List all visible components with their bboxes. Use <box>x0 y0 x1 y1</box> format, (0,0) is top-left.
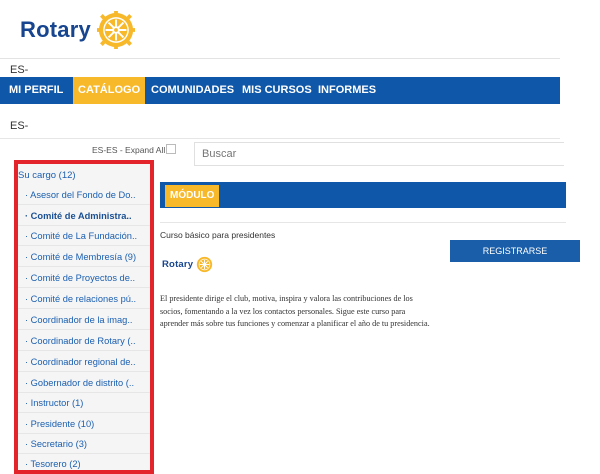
course-title[interactable]: Curso básico para presidentes <box>160 230 275 240</box>
sidebar-item-presidente[interactable]: · Presidente (10) <box>18 414 150 434</box>
sidebar-item-coordinador-imagen[interactable]: · Coordinador de la imag.. <box>18 310 150 330</box>
sidebar-item-secretario[interactable]: · Secretario (3) <box>18 434 150 454</box>
sidebar-item-tesorero[interactable]: · Tesorero (2) <box>18 454 150 474</box>
expand-all-checkbox[interactable] <box>166 144 176 154</box>
rotary-wheel-icon <box>197 256 213 273</box>
sidebar-item-coordinador-rotary[interactable]: · Coordinador de Rotary (.. <box>18 331 150 351</box>
sidebar-item-comite-relaciones[interactable]: · Comité de relaciones pú.. <box>18 289 150 309</box>
sidebar-item-instructor[interactable]: · Instructor (1) <box>18 393 150 413</box>
nav-catalogo[interactable]: CATÁLOGO <box>73 77 146 104</box>
sidebar-item-asesor[interactable]: · Asesor del Fondo de Do.. <box>18 185 150 205</box>
rotary-logo[interactable]: Rotary <box>20 10 135 50</box>
search-input[interactable] <box>194 142 564 166</box>
course-logo-text: Rotary <box>162 259 194 270</box>
course-description: El presidente dirige el club, motiva, in… <box>160 294 430 328</box>
sidebar-item-gobernador[interactable]: · Gobernador de distrito (.. <box>18 373 150 393</box>
sidebar-item-comite-membresia[interactable]: · Comité de Membresía (9) <box>18 247 150 267</box>
sidebar-item-coordinador-regional[interactable]: · Coordinador regional de.. <box>18 352 150 372</box>
sidebar-item-comite-administracion[interactable]: · Comité de Administra.. <box>18 206 150 226</box>
section-divider <box>0 138 560 139</box>
register-button[interactable]: REGISTRARSE <box>450 240 580 262</box>
role-filter-sidebar: Su cargo (12) · Asesor del Fondo de Do..… <box>14 160 154 474</box>
course-rotary-logo: Rotary <box>162 256 213 273</box>
module-divider <box>160 222 566 223</box>
sidebar-title[interactable]: Su cargo (12) <box>18 170 76 181</box>
language-code-top: ES- <box>10 64 29 76</box>
language-code-secondary: ES- <box>10 120 29 132</box>
nav-comunidades[interactable]: COMUNIDADES <box>151 77 234 104</box>
expand-all-label: ES-ES - Expand All <box>92 145 166 155</box>
rotary-wheel-icon <box>96 11 135 49</box>
logo-text: Rotary <box>20 17 91 42</box>
sidebar-item-comite-fundacion[interactable]: · Comité de La Fundación.. <box>18 226 150 246</box>
nav-mi-perfil[interactable]: MI PERFIL <box>9 77 63 104</box>
sidebar-item-comite-proyectos[interactable]: · Comité de Proyectos de.. <box>18 268 150 288</box>
module-header-bar <box>160 182 566 208</box>
module-badge: MÓDULO <box>165 185 220 207</box>
header-divider <box>0 58 560 59</box>
nav-mis-cursos[interactable]: MIS CURSOS <box>242 77 312 104</box>
nav-informes[interactable]: INFORMES <box>318 77 376 104</box>
main-navbar: MI PERFIL CATÁLOGO COMUNIDADES MIS CURSO… <box>0 77 560 104</box>
